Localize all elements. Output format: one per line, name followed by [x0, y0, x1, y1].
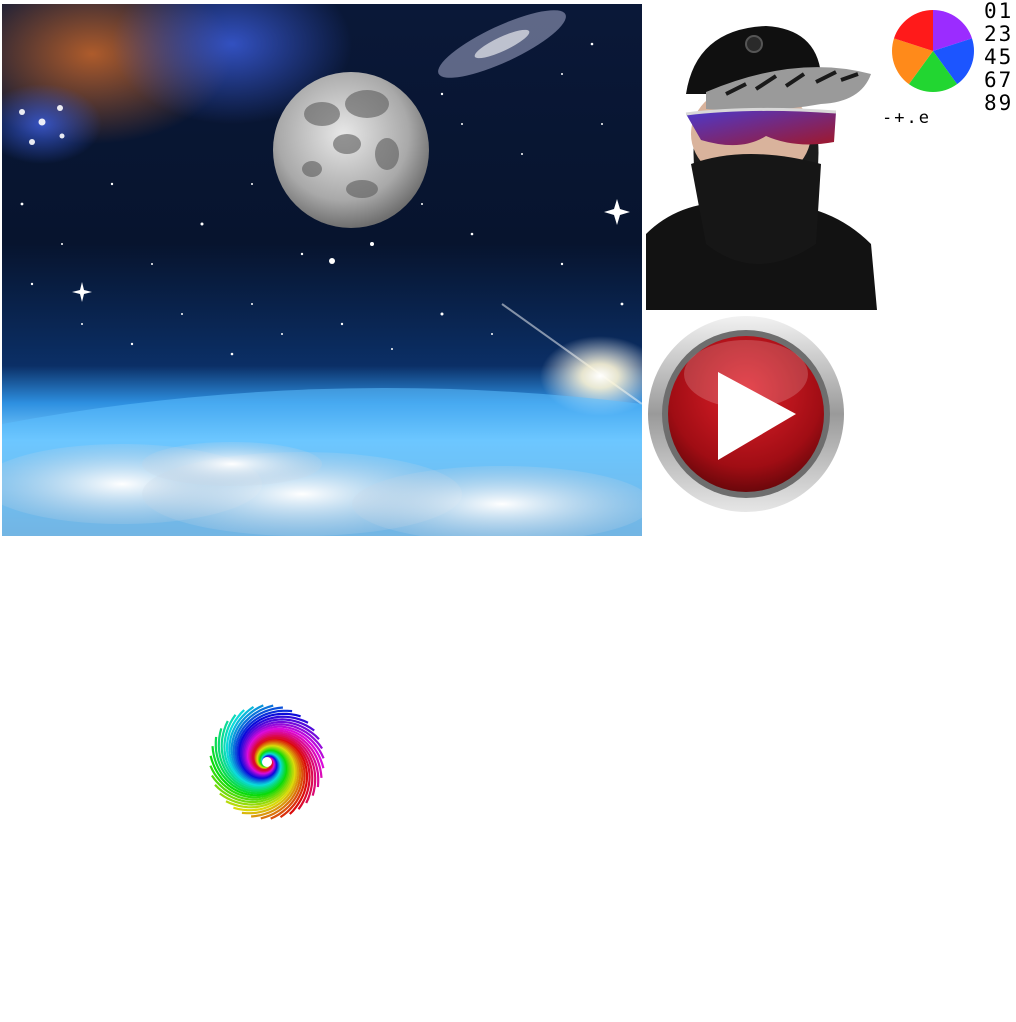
- play-icon: [648, 316, 844, 512]
- symbol-glyphs: -+.e: [882, 108, 931, 128]
- masked-person-photo: [646, 14, 877, 310]
- play-button-graphic: [646, 314, 846, 514]
- digit-row: 89: [984, 91, 1014, 115]
- digit-row: 23: [984, 22, 1014, 46]
- digit-row: 01: [984, 0, 1014, 23]
- digit-row: 67: [984, 68, 1014, 92]
- digit-row: 45: [984, 45, 1014, 69]
- color-pie-icon: [890, 8, 976, 94]
- digit-glyphs: 01 23 45 67 89: [984, 0, 1016, 115]
- space-moon-earth-image: [2, 4, 642, 536]
- rainbow-spiral-image: [2, 540, 642, 1020]
- spiral-center: [262, 757, 272, 767]
